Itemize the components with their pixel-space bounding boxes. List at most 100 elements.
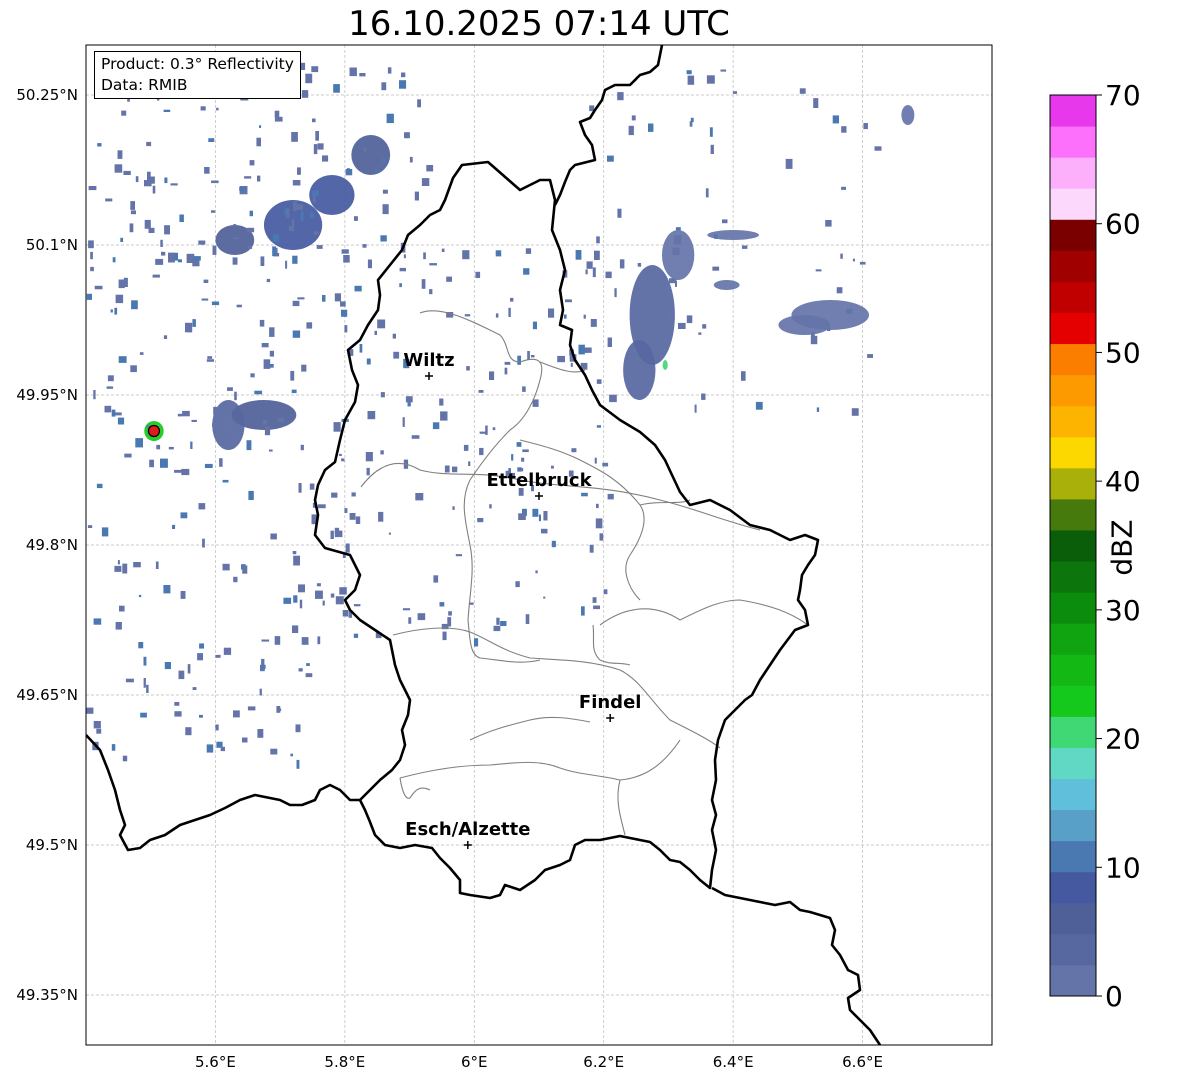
radar-speckle (293, 595, 298, 603)
radar-speckle (675, 227, 681, 231)
radar-speckle (172, 524, 176, 529)
radar-speckle (405, 396, 413, 403)
radar-speckle (702, 324, 707, 329)
radar-speckle (313, 231, 319, 235)
radar-echo-cell (662, 360, 668, 370)
radar-speckle (374, 169, 379, 173)
radar-speckle (475, 271, 481, 278)
radar-speckle (301, 90, 309, 98)
radar-speckle (212, 245, 217, 255)
data-source-label: Data: RMIB (101, 76, 188, 94)
radar-speckle (143, 678, 146, 688)
radar-speckle (203, 279, 209, 283)
radar-speckle (518, 513, 526, 520)
radar-speckle (447, 617, 452, 627)
radar-speckle (292, 300, 300, 307)
radar-speckle (291, 389, 297, 394)
radar-speckle (139, 352, 144, 355)
radar-speckle (233, 237, 239, 240)
radar-speckle (511, 454, 514, 461)
radar-speckle (426, 165, 434, 172)
radar-speckle (312, 190, 319, 196)
radar-speckle (694, 404, 697, 413)
radar-speckle (448, 611, 452, 616)
colorbar-tick-label: 50 (1105, 336, 1141, 369)
radar-speckle (104, 405, 112, 413)
radar-speckle (701, 393, 706, 400)
radar-speckle (522, 386, 526, 392)
radar-speckle (478, 390, 484, 393)
radar-speckle (510, 297, 514, 302)
radar-speckle (468, 461, 471, 466)
radar-speckle (317, 636, 321, 645)
radar-speckle (269, 350, 274, 357)
radar-speckle (341, 249, 349, 254)
radar-speckle (705, 188, 709, 198)
radar-speckle (96, 728, 102, 734)
radar-speckle (690, 117, 694, 123)
radar-speckle (742, 245, 748, 249)
radar-speckle (233, 576, 238, 583)
radar-speckle (668, 312, 673, 320)
radar-speckle (202, 538, 205, 548)
radar-speckle (334, 527, 340, 534)
radar-speckle (334, 293, 341, 302)
radar-speckle (266, 278, 271, 283)
radar-speckle (442, 631, 447, 641)
radar-speckle (607, 155, 614, 162)
radar-speckle (117, 560, 120, 565)
radar-speckle (219, 458, 223, 467)
radar-speckle (220, 746, 225, 752)
radar-speckle (827, 327, 831, 331)
lon-tick-label: 5.8°E (324, 1053, 365, 1071)
radar-speckle (594, 457, 597, 464)
colorbar-tick-label: 0 (1105, 980, 1123, 1013)
city-label: Ettelbruck (486, 470, 592, 491)
radar-speckle (581, 606, 585, 616)
radar-speckle (197, 653, 203, 661)
radar-speckle (233, 710, 240, 718)
radar-speckle (317, 504, 326, 509)
colorbar-swatch (1050, 188, 1096, 220)
radar-speckle (516, 442, 522, 447)
radar-speckle (122, 563, 128, 574)
radar-speckle (863, 123, 868, 130)
radar-speckle (335, 596, 344, 605)
radar-speckle (206, 359, 214, 362)
radar-speckle (270, 748, 278, 755)
radar-speckle (306, 322, 313, 329)
radar-speckle (292, 551, 297, 555)
radar-speckle (492, 427, 496, 431)
radar-speckle (648, 123, 654, 132)
radar-speckle (583, 314, 586, 319)
radar-speckle (349, 513, 356, 520)
lon-tick-label: 6.2°E (583, 1053, 624, 1071)
radar-speckle (236, 304, 242, 308)
radar-speckle (193, 256, 201, 261)
radar-speckle (123, 277, 128, 287)
radar-speckle (216, 107, 219, 111)
radar-speckle (495, 250, 502, 257)
radar-speckle (479, 431, 487, 434)
radar-speckle (298, 483, 302, 493)
radar-speckle (330, 530, 334, 539)
radar-speckle (403, 254, 406, 259)
radar-speckle (107, 375, 114, 382)
radar-speckle (439, 602, 445, 607)
radar-speckle (261, 639, 270, 642)
radar-speckle (402, 608, 411, 611)
radar-speckle (293, 201, 297, 211)
colorbar-swatch (1050, 157, 1096, 189)
radar-speckle (155, 258, 164, 265)
radar-speckle (247, 706, 256, 711)
colorbar-swatch (1050, 654, 1096, 686)
radar-speckle (315, 590, 323, 599)
radar-speckle (614, 288, 617, 298)
radar-site (147, 424, 161, 438)
radar-speckle (152, 274, 160, 278)
radar-speckle (619, 259, 625, 269)
radar-speckle (274, 116, 283, 122)
radar-speckle (874, 146, 882, 151)
radar-speckle (148, 227, 155, 233)
colorbar-tick-label: 60 (1105, 208, 1141, 241)
